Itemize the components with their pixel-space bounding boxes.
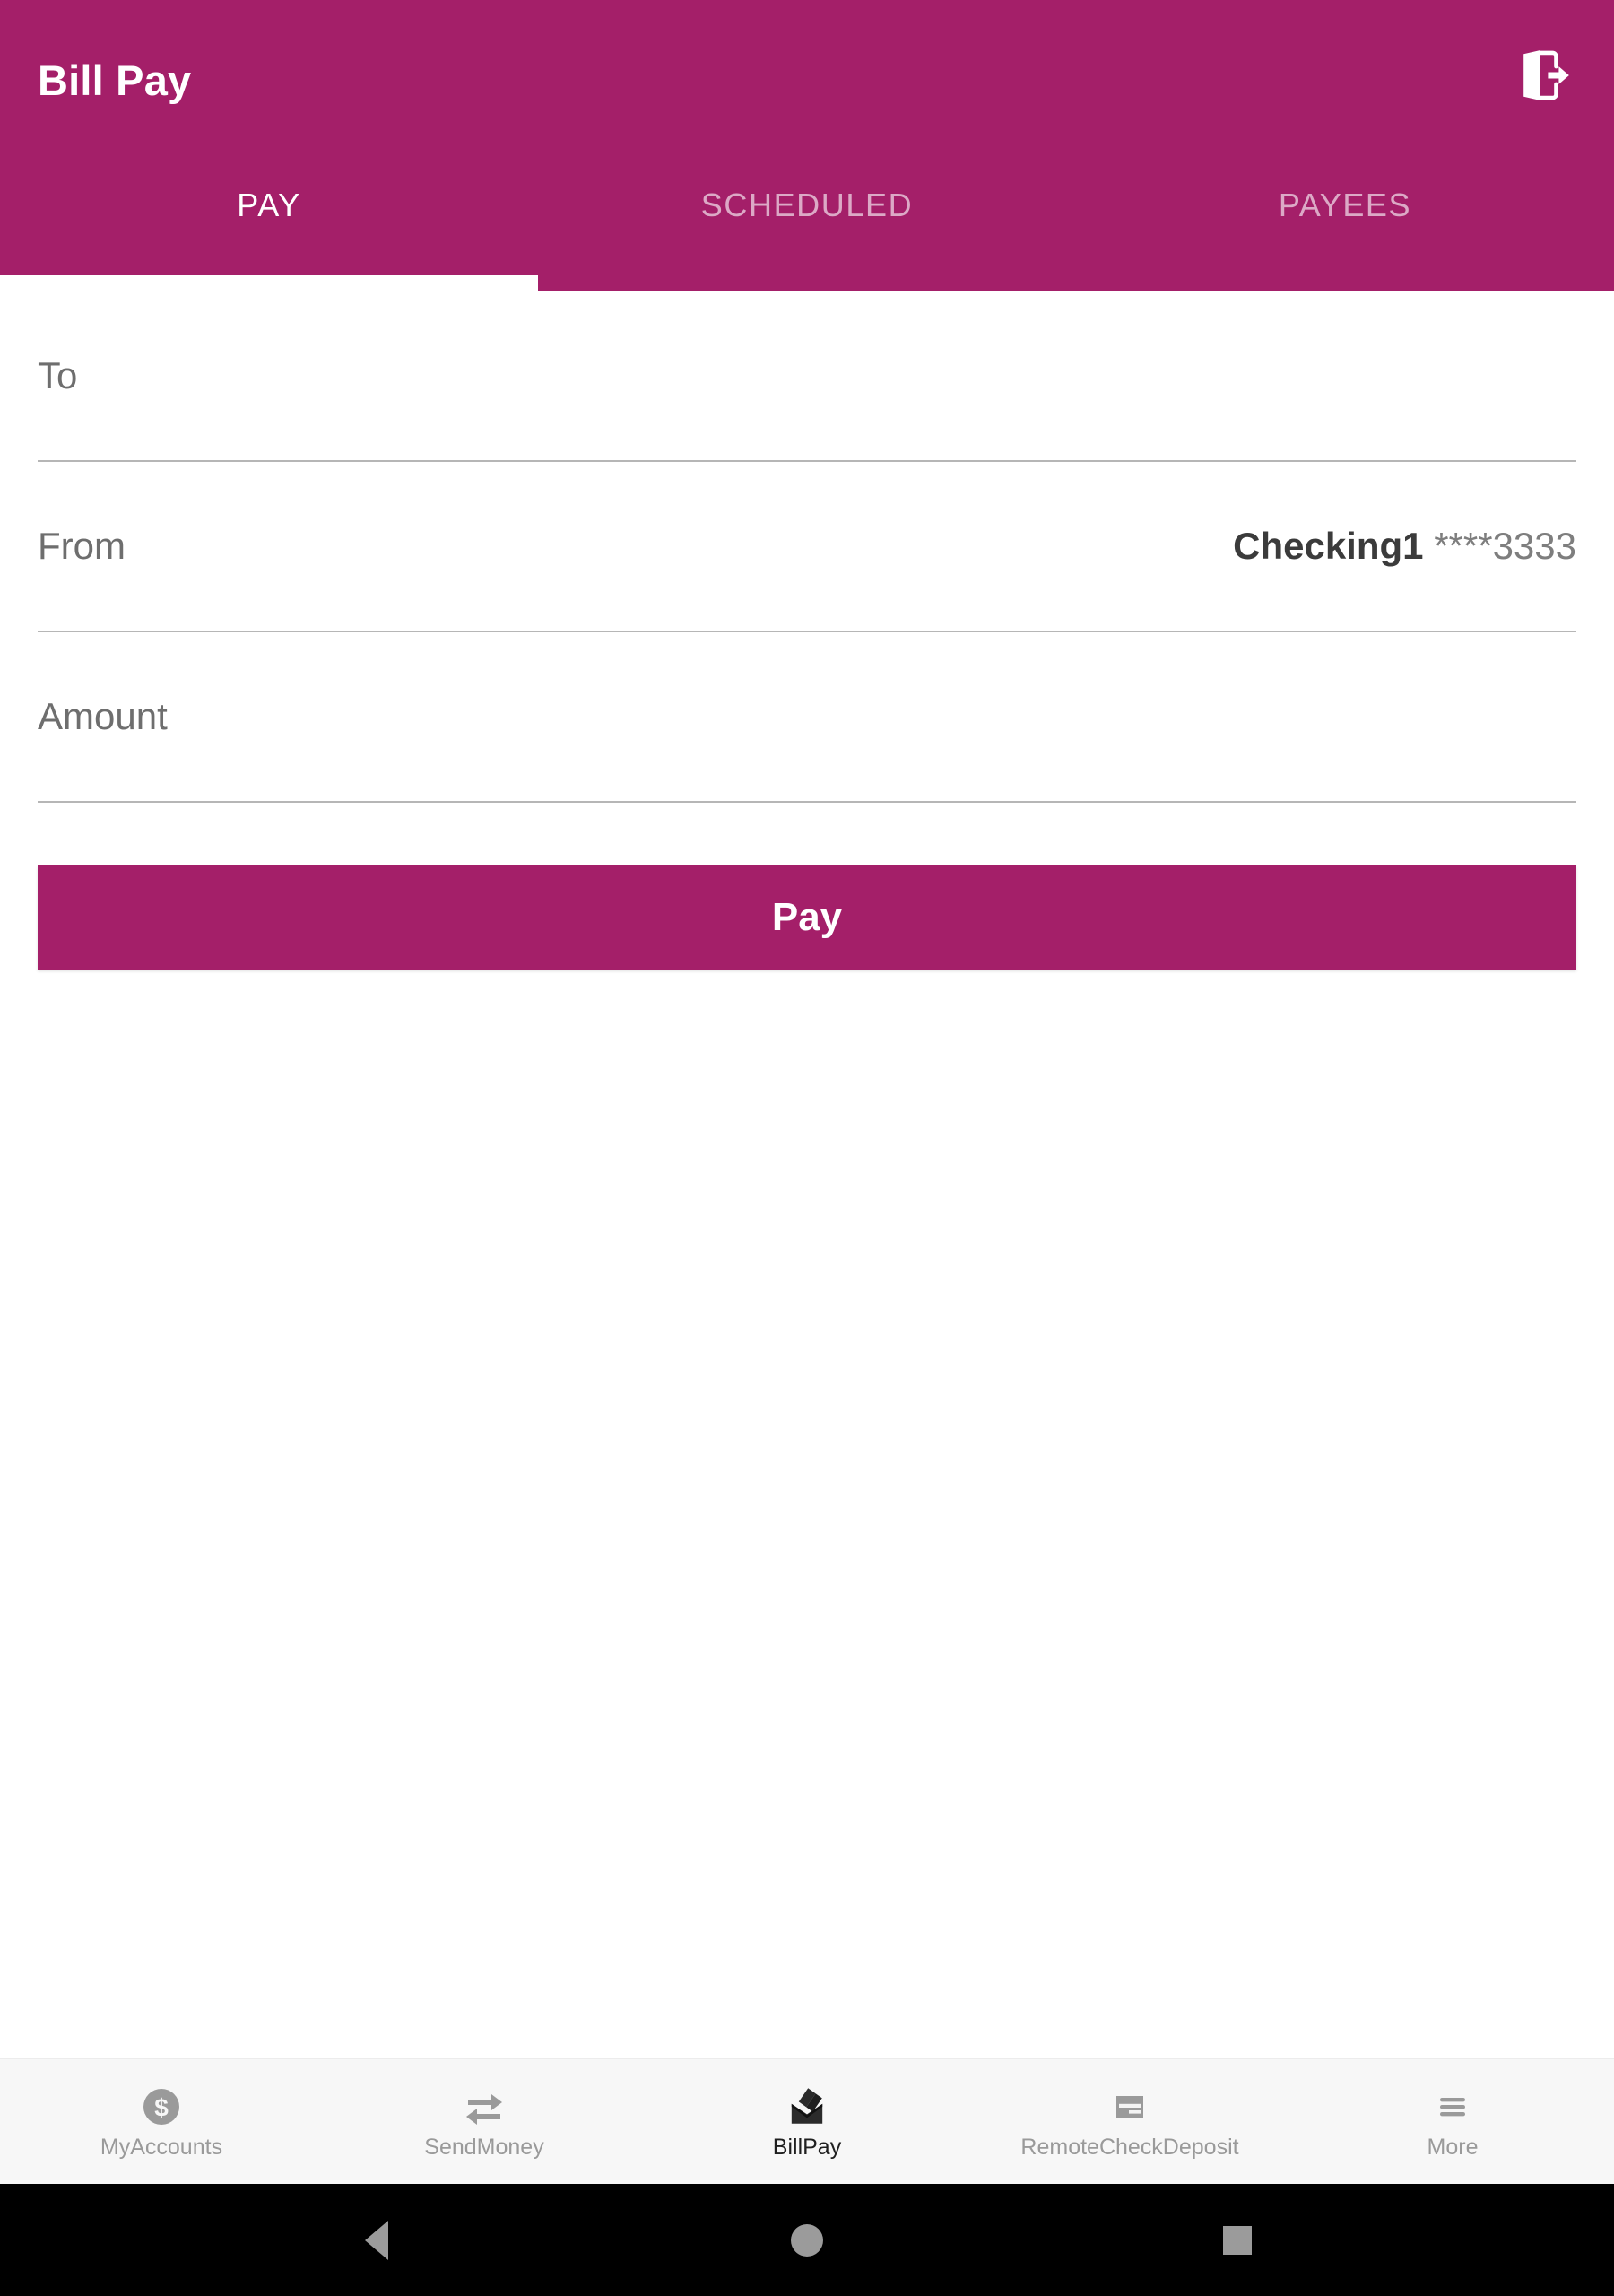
logout-button[interactable] (1508, 41, 1576, 109)
from-field-value: Checking1 ****3333 (1233, 527, 1576, 565)
tab-scheduled[interactable]: SCHEDULED (538, 151, 1076, 224)
system-recents-button[interactable] (1184, 2187, 1291, 2294)
circle-home-icon (791, 2223, 823, 2257)
square-recents-icon (1223, 2225, 1252, 2255)
nav-item-more[interactable]: More (1291, 2084, 1614, 2159)
dollar-circle-icon: $ (140, 2084, 183, 2129)
svg-text:$: $ (154, 2093, 169, 2121)
triangle-back-icon (365, 2220, 388, 2260)
from-field-row[interactable]: From Checking1 ****3333 (38, 462, 1576, 632)
bottom-navigation: $ MyAccounts SendMoney BillPay RemoteChe… (0, 2058, 1614, 2184)
check-card-icon (1108, 2084, 1151, 2129)
nav-label-myaccounts: MyAccounts (100, 2135, 223, 2160)
hamburger-menu-icon (1431, 2084, 1474, 2129)
app-bar: Bill Pay PAY SCHEDULED PAYEES (0, 0, 1614, 291)
tab-bar: PAY SCHEDULED PAYEES (0, 151, 1614, 291)
pay-button-container: Pay (38, 803, 1576, 970)
tab-payees[interactable]: PAYEES (1076, 151, 1614, 224)
to-field-row[interactable]: To (38, 291, 1576, 462)
pay-form: To From Checking1 ****3333 Amount Pay (0, 291, 1614, 2058)
nav-item-sendmoney[interactable]: SendMoney (323, 2084, 646, 2159)
nav-item-myaccounts[interactable]: $ MyAccounts (0, 2084, 323, 2159)
system-home-button[interactable] (753, 2187, 861, 2294)
app-bar-top: Bill Pay (0, 0, 1614, 151)
from-field-label: From (38, 525, 126, 567)
nav-label-remotecheckdeposit: RemoteCheckDeposit (1020, 2135, 1239, 2160)
android-system-navigation (0, 2184, 1614, 2296)
bill-pay-screen: Bill Pay PAY SCHEDULED PAYEES To From Ch… (0, 0, 1614, 2296)
active-tab-indicator (0, 275, 538, 291)
tab-pay[interactable]: PAY (0, 151, 538, 224)
nav-label-sendmoney: SendMoney (424, 2135, 544, 2160)
nav-item-billpay[interactable]: BillPay (646, 2084, 968, 2159)
from-account-name: Checking1 (1233, 525, 1424, 567)
amount-field-label: Amount (38, 695, 168, 737)
from-account-mask (1424, 525, 1435, 567)
from-account-mask-digits: ****3333 (1434, 525, 1576, 567)
page-title: Bill Pay (38, 56, 192, 104)
amount-field-row[interactable]: Amount (38, 632, 1576, 803)
pay-button[interactable]: Pay (38, 865, 1576, 970)
nav-label-more: More (1427, 2135, 1479, 2160)
to-field-label: To (38, 354, 78, 396)
envelope-check-icon (785, 2084, 829, 2129)
transfer-arrows-icon (463, 2084, 506, 2129)
system-back-button[interactable] (323, 2187, 430, 2294)
logout-door-arrow-icon (1523, 50, 1569, 100)
nav-label-billpay: BillPay (772, 2135, 842, 2160)
nav-item-remotecheckdeposit[interactable]: RemoteCheckDeposit (968, 2084, 1291, 2159)
